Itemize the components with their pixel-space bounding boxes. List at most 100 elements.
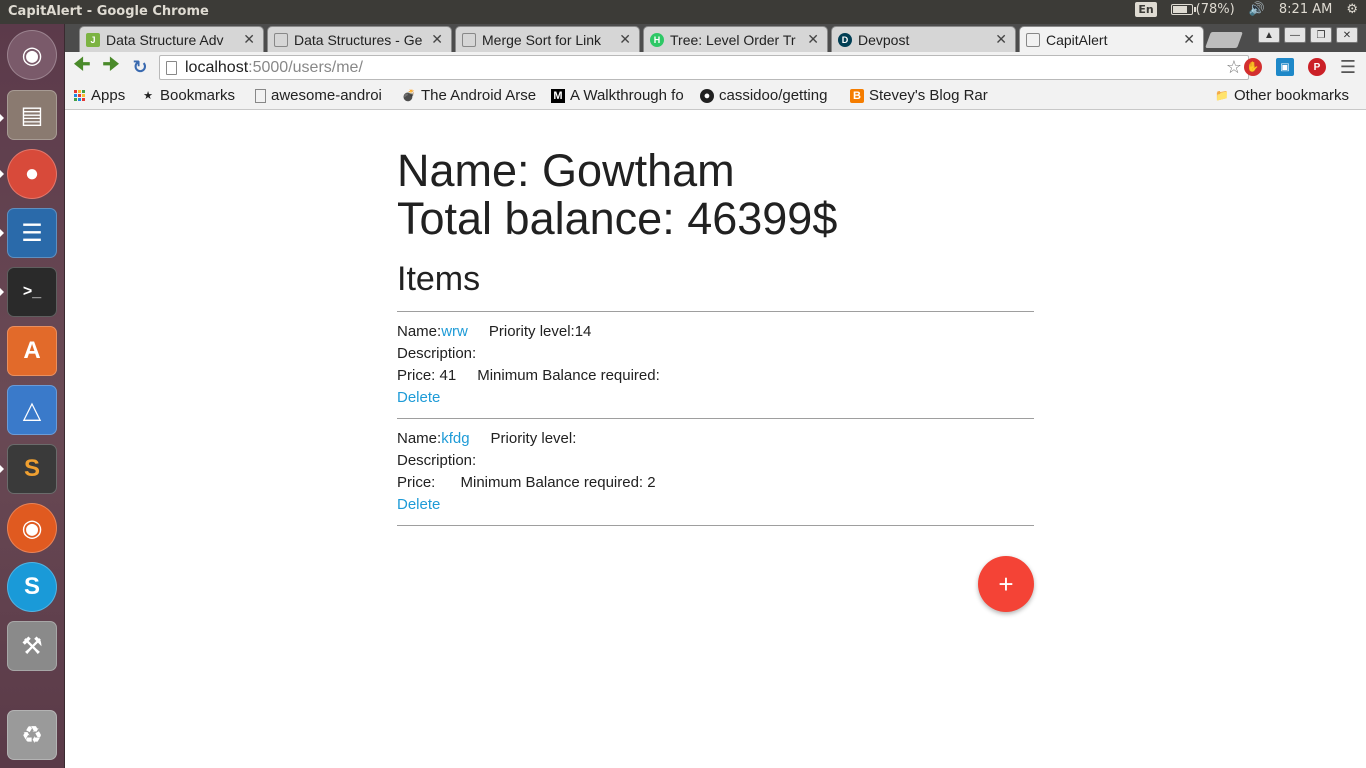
tab-label: Tree: Level Order Tr xyxy=(670,31,796,48)
forward-button[interactable]: 🠊 xyxy=(100,54,122,77)
description-label: Description: xyxy=(397,345,477,362)
min-balance-label: Minimum Balance required: xyxy=(460,474,644,491)
close-icon[interactable]: ✕ xyxy=(243,31,255,48)
window-controls: ▲ — ❐ ✕ xyxy=(1258,27,1358,43)
tab-strip: J Data Structure Adv ✕ Data Structures -… xyxy=(65,24,1366,52)
running-indicator xyxy=(0,229,4,237)
battery-percent: (78%) xyxy=(1195,2,1235,17)
github-icon: ● xyxy=(700,88,714,103)
close-icon[interactable]: ✕ xyxy=(995,31,1007,48)
web-page: Name: Gowtham Total balance: 46399$ Item… xyxy=(65,111,1366,768)
firefox-icon[interactable]: ◉ xyxy=(7,503,57,553)
close-icon[interactable]: ✕ xyxy=(619,31,631,48)
close-icon[interactable]: ✕ xyxy=(431,31,443,48)
mysql-workbench-icon[interactable]: △ xyxy=(7,385,57,435)
main-content: Name: Gowtham Total balance: 46399$ Item… xyxy=(397,145,1034,612)
price-label: Price: xyxy=(397,474,436,491)
running-indicator xyxy=(0,114,4,122)
bookmark-label: Stevey's Blog Rar xyxy=(869,87,988,104)
maximize-button[interactable]: ❐ xyxy=(1310,27,1332,43)
tab-capitalert[interactable]: CapitAlert ✕ xyxy=(1019,26,1204,52)
running-indicator xyxy=(0,288,4,296)
unity-launcher: ◉ ▤ ● ☰ >_ A △ S ◉ S ⚒ ♻ xyxy=(0,24,65,768)
keyboard-layout-indicator[interactable]: En xyxy=(1135,2,1157,17)
total-balance: Total balance: 46399$ xyxy=(397,193,838,244)
delete-button[interactable]: Delete xyxy=(397,494,440,516)
tab-devpost[interactable]: D Devpost ✕ xyxy=(831,26,1016,52)
new-tab-button[interactable] xyxy=(1205,32,1243,48)
bookmark-star-icon[interactable]: ☆ xyxy=(1226,57,1242,78)
bookmark-label: Apps xyxy=(91,87,126,104)
running-indicator xyxy=(0,465,4,473)
back-button[interactable]: 🠈 xyxy=(71,54,93,77)
add-item-button[interactable]: + xyxy=(978,556,1034,612)
user-name: Name: Gowtham xyxy=(397,145,735,196)
bookmark-walkthrough[interactable]: M A Walkthrough fo xyxy=(551,87,691,104)
system-settings-icon[interactable]: ⚒ xyxy=(7,621,57,671)
tab-favicon-icon: J xyxy=(86,32,100,47)
bookmark-label: cassidoo/getting xyxy=(719,87,828,104)
software-center-icon[interactable]: A xyxy=(7,326,57,376)
profile-icon[interactable]: ▲ xyxy=(1258,27,1280,43)
gear-icon[interactable]: ⚙ xyxy=(1346,2,1358,17)
page-icon xyxy=(274,32,288,47)
bookmark-bookmarks[interactable]: ★ Bookmarks xyxy=(141,87,235,104)
terminal-icon[interactable]: >_ xyxy=(7,267,57,317)
chrome-icon[interactable]: ● xyxy=(7,149,57,199)
reload-button[interactable]: ↻ xyxy=(129,57,151,77)
page-icon xyxy=(1026,32,1040,47)
priority-value: 14 xyxy=(574,323,592,340)
bookmark-android-arsenal[interactable]: 💣 The Android Arse xyxy=(402,87,542,104)
battery-indicator[interactable]: (78%) xyxy=(1170,2,1235,17)
delete-button[interactable]: Delete xyxy=(397,387,440,409)
battery-icon xyxy=(1170,4,1196,15)
name-label: Name: xyxy=(397,323,442,340)
window-title: CapitAlert - Google Chrome xyxy=(8,4,209,19)
tab-label: CapitAlert xyxy=(1046,31,1108,48)
price-label: Price: xyxy=(397,367,436,384)
bookmark-label: The Android Arse xyxy=(421,87,537,104)
url-path: :5000/users/me/ xyxy=(248,58,363,76)
sublime-text-icon[interactable]: S xyxy=(7,444,57,494)
minimize-button[interactable]: — xyxy=(1284,27,1306,43)
ubuntu-dash-icon[interactable]: ◉ xyxy=(7,30,57,80)
system-indicators: En (78%) 🔊 8:21 AM ⚙ xyxy=(1135,2,1358,17)
divider xyxy=(397,525,1034,526)
libreoffice-writer-icon[interactable]: ☰ xyxy=(7,208,57,258)
close-icon[interactable]: ✕ xyxy=(1183,31,1195,48)
page-icon xyxy=(166,60,177,75)
bomb-icon: 💣 xyxy=(402,90,416,102)
price-value: 41 xyxy=(439,367,457,384)
address-bar[interactable]: localhost:5000/users/me/ ☆ xyxy=(159,55,1249,80)
files-icon[interactable]: ▤ xyxy=(7,90,57,140)
bookmark-cassidoo[interactable]: ● cassidoo/getting xyxy=(700,87,842,104)
clock[interactable]: 8:21 AM xyxy=(1279,2,1332,17)
item-name-link[interactable]: wrw xyxy=(441,321,468,343)
pinterest-icon[interactable]: P xyxy=(1308,58,1326,76)
volume-icon[interactable]: 🔊 xyxy=(1249,2,1265,17)
bookmark-awesome-android[interactable]: awesome-androi xyxy=(255,87,393,104)
devpost-icon: D xyxy=(838,32,852,47)
name-label: Name: xyxy=(397,430,442,447)
extension-icon[interactable]: ▣ xyxy=(1276,58,1294,76)
tab-data-structures[interactable]: Data Structures - Ge ✕ xyxy=(267,26,452,52)
bookmark-other[interactable]: 📁 Other bookmarks xyxy=(1215,87,1349,104)
bookmark-apps[interactable]: Apps xyxy=(72,87,125,104)
bookmark-steveys-blog[interactable]: B Stevey's Blog Rar xyxy=(850,87,990,104)
menu-icon[interactable]: ☰ xyxy=(1340,57,1356,78)
system-top-panel: CapitAlert - Google Chrome En (78%) 🔊 8:… xyxy=(0,0,1366,24)
folder-icon: 📁 xyxy=(1215,90,1229,102)
min-balance-value: 2 xyxy=(647,474,656,491)
tab-tree-level-order[interactable]: H Tree: Level Order Tr ✕ xyxy=(643,26,828,52)
close-window-button[interactable]: ✕ xyxy=(1336,27,1358,43)
priority-label: Priority level: xyxy=(490,430,577,447)
min-balance-label: Minimum Balance required: xyxy=(477,367,660,384)
item-name-link[interactable]: kfdg xyxy=(441,428,469,450)
close-icon[interactable]: ✕ xyxy=(807,31,819,48)
adblock-icon[interactable]: ✋ xyxy=(1244,58,1262,76)
skype-icon[interactable]: S xyxy=(7,562,57,612)
trash-icon[interactable]: ♻ xyxy=(7,710,57,760)
tab-label: Data Structures - Ge xyxy=(294,31,423,48)
tab-data-structure-adv[interactable]: J Data Structure Adv ✕ xyxy=(79,26,264,52)
tab-merge-sort[interactable]: Merge Sort for Link ✕ xyxy=(455,26,640,52)
